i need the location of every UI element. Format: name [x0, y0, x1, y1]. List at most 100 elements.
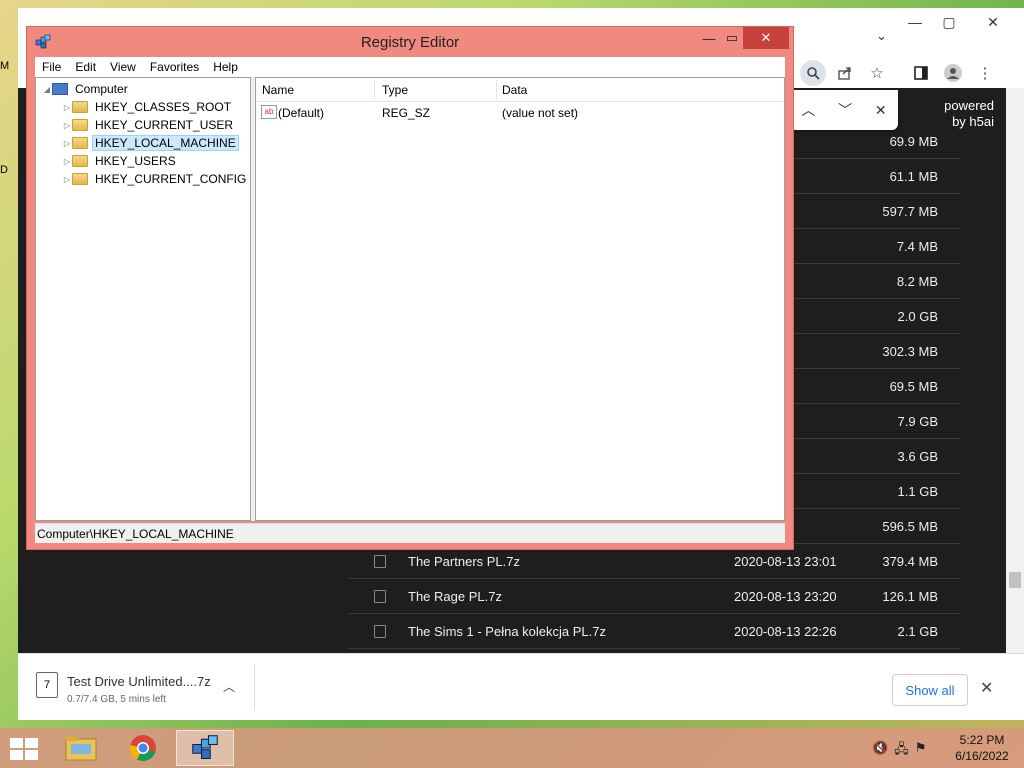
folder-icon [72, 119, 88, 131]
regedit-body: ◢ Computer ▷ HKEY_CLASSES_ROOT ▷ HKEY_CU… [35, 77, 785, 521]
tree-label: HKEY_LOCAL_MACHINE [92, 135, 239, 151]
file-row[interactable]: The Partners PL.7z 2020-08-13 23:01 379.4 … [348, 545, 960, 579]
string-value-icon: ab [261, 105, 277, 119]
menu-help[interactable]: Help [206, 60, 245, 74]
tree-item-hkcu[interactable]: ▷ HKEY_CURRENT_USER [62, 116, 236, 134]
find-previous-button[interactable]: ︿ [801, 100, 815, 120]
menu-edit[interactable]: Edit [68, 60, 103, 74]
powered-line1: powered [944, 98, 994, 113]
window-title: Registry Editor [360, 34, 460, 51]
network-icon[interactable]: 🖧 [894, 740, 909, 762]
file-icon [374, 625, 386, 638]
share-icon[interactable] [832, 60, 858, 86]
expand-arrow-icon[interactable]: ▷ [62, 121, 72, 130]
chrome-maximize-button[interactable]: ▢ [932, 8, 966, 36]
value-row[interactable]: ab (Default) REG_SZ (value not set) [256, 104, 784, 122]
column-divider[interactable] [496, 80, 497, 100]
chrome-icon [129, 735, 156, 761]
value-name: (Default) [278, 106, 325, 120]
file-size: 8.2 MB [896, 274, 938, 289]
clock-date: 6/16/2022 [955, 749, 1009, 763]
tab-search-chevron-icon[interactable]: ⌄ [876, 28, 887, 44]
folder-icon [65, 736, 97, 761]
action-center-icon[interactable]: ⚑ [915, 740, 927, 762]
column-divider[interactable] [374, 80, 375, 100]
taskbar-explorer[interactable] [52, 730, 110, 766]
desktop-label-m: M [0, 60, 10, 72]
taskbar-regedit[interactable] [176, 730, 234, 766]
tree-item-hklm[interactable]: ▷ HKEY_LOCAL_MACHINE [62, 134, 239, 152]
file-size: 596.5 MB [882, 519, 938, 534]
file-size: 69.9 MB [889, 134, 938, 149]
expand-arrow-icon[interactable]: ▷ [62, 175, 72, 184]
file-size: 61.1 MB [889, 169, 938, 184]
show-all-button[interactable]: Show all [892, 674, 968, 706]
file-size: 379.4 MB [882, 554, 938, 569]
chrome-minimize-button[interactable]: — [898, 8, 932, 36]
folder-icon [72, 155, 88, 167]
tree-item-hkcc[interactable]: ▷ HKEY_CURRENT_CONFIG [62, 170, 249, 188]
file-size: 69.5 MB [889, 379, 938, 394]
expand-arrow-icon[interactable]: ▷ [62, 103, 72, 112]
file-size: 1.1 GB [897, 484, 938, 499]
tree-label: HKEY_CLASSES_ROOT [95, 100, 232, 114]
profile-icon[interactable] [940, 60, 966, 86]
file-size: 2.0 GB [897, 309, 938, 324]
regedit-titlebar[interactable]: Registry Editor — ▭ ✕ [27, 27, 793, 57]
expand-arrow-icon[interactable]: ▷ [62, 139, 72, 148]
maximize-button[interactable]: ▭ [719, 27, 745, 49]
folder-icon [72, 101, 88, 113]
tree-label: HKEY_CURRENT_USER [95, 118, 234, 132]
zoom-icon[interactable] [800, 60, 826, 86]
menu-icon[interactable]: ⋮ [972, 60, 998, 86]
list-header: Name Type Data [256, 78, 784, 102]
file-name[interactable]: The Partners PL.7z [408, 554, 520, 569]
close-icon[interactable]: ✕ [980, 678, 993, 698]
divider [254, 664, 255, 710]
file-row[interactable]: The Sims 1 - Pełna kolekcja PL.7z 2020-08… [348, 615, 960, 649]
folder-icon [72, 137, 88, 149]
file-name[interactable]: The Sims 1 - Pełna kolekcja PL.7z [408, 624, 606, 639]
find-close-button[interactable]: ✕ [875, 102, 887, 119]
file-date: 2020-08-13 22:26 [734, 624, 837, 639]
column-data[interactable]: Data [502, 83, 527, 97]
find-next-button[interactable]: ﹀ [838, 100, 852, 120]
registry-icon [192, 735, 218, 760]
start-button[interactable] [10, 738, 38, 760]
menu-file[interactable]: File [35, 60, 68, 74]
chevron-up-icon[interactable]: ︿ [223, 678, 235, 695]
file-size: 3.6 GB [897, 449, 938, 464]
taskbar-chrome[interactable] [114, 730, 172, 766]
scrollbar[interactable] [1006, 88, 1024, 653]
collapse-arrow-icon[interactable]: ◢ [42, 85, 52, 94]
menu-view[interactable]: View [103, 60, 143, 74]
sidebar-icon[interactable] [908, 60, 934, 86]
folder-icon [72, 173, 88, 185]
computer-icon [52, 83, 68, 95]
download-filename[interactable]: Test Drive Unlimited....7z [67, 674, 211, 689]
volume-muted-icon[interactable]: 🔇 [872, 740, 888, 762]
tree-item-hku[interactable]: ▷ HKEY_USERS [62, 152, 179, 170]
menu-favorites[interactable]: Favorites [143, 60, 206, 74]
clock[interactable]: 5:22 PM 6/16/2022 [948, 732, 1016, 764]
scrollbar-thumb[interactable] [1009, 572, 1021, 588]
key-tree: ◢ Computer ▷ HKEY_CLASSES_ROOT ▷ HKEY_CU… [35, 77, 251, 521]
column-name[interactable]: Name [262, 83, 294, 97]
file-name[interactable]: The Rage PL.7z [408, 589, 502, 604]
star-icon[interactable]: ☆ [864, 60, 890, 86]
file-size: 126.1 MB [882, 589, 938, 604]
tree-item-computer[interactable]: ◢ Computer [42, 80, 131, 98]
chrome-close-button[interactable]: ✕ [976, 8, 1010, 36]
file-row[interactable]: The Rage PL.7z 2020-08-13 23:20 126.1 MB [348, 580, 960, 614]
file-icon [374, 555, 386, 568]
column-type[interactable]: Type [382, 83, 408, 97]
expand-arrow-icon[interactable]: ▷ [62, 157, 72, 166]
menu-bar: File Edit View Favorites Help [35, 57, 785, 77]
file-size: 2.1 GB [897, 624, 938, 639]
chrome-toolbar: ☆ ⋮ [800, 60, 998, 86]
desktop-label-d: D [0, 164, 8, 176]
status-bar: Computer\HKEY_LOCAL_MACHINE [35, 523, 785, 543]
tree-label: Computer [75, 82, 128, 96]
close-button[interactable]: ✕ [743, 27, 789, 49]
tree-item-hkcr[interactable]: ▷ HKEY_CLASSES_ROOT [62, 98, 234, 116]
